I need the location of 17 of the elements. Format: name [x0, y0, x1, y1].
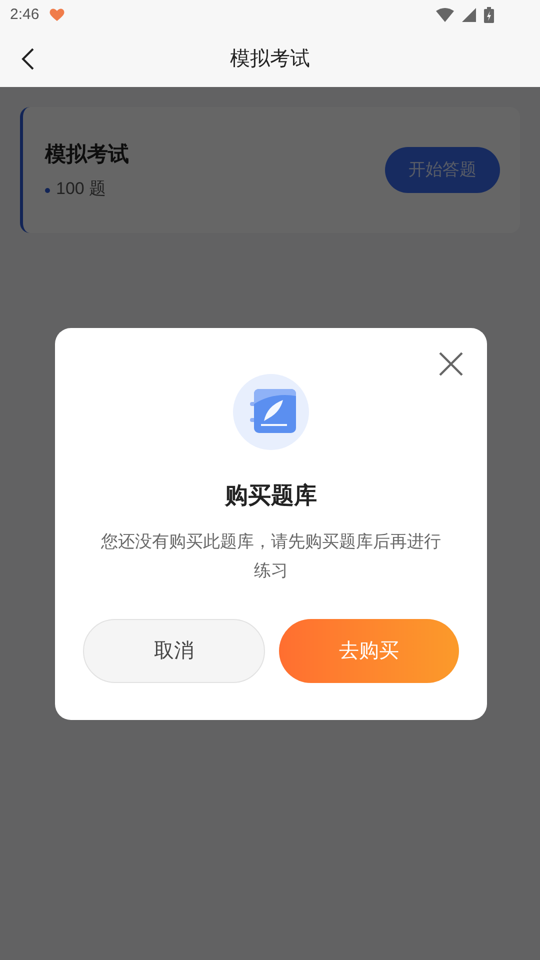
- page-title: 模拟考试: [230, 46, 310, 72]
- close-button[interactable]: [437, 350, 465, 378]
- back-icon: [21, 46, 35, 70]
- dialog-message: 您还没有购买此题库，请先购买题库后再进行练习: [100, 530, 442, 582]
- signal-icon: [462, 8, 476, 22]
- exam-title: 模拟考试: [45, 142, 130, 168]
- status-time: 2:46: [10, 4, 40, 25]
- wifi-icon: [436, 8, 454, 22]
- start-button[interactable]: 开始答题: [385, 147, 500, 193]
- cancel-button[interactable]: 取消: [83, 618, 265, 682]
- close-icon: [439, 352, 463, 376]
- notebook-quill-icon: [233, 374, 309, 450]
- question-count: 100 题: [56, 178, 106, 200]
- battery-icon: [484, 7, 494, 23]
- dialog-title: 购买题库: [225, 481, 317, 510]
- buy-button[interactable]: 去购买: [279, 618, 459, 682]
- bullet-icon: [45, 188, 50, 194]
